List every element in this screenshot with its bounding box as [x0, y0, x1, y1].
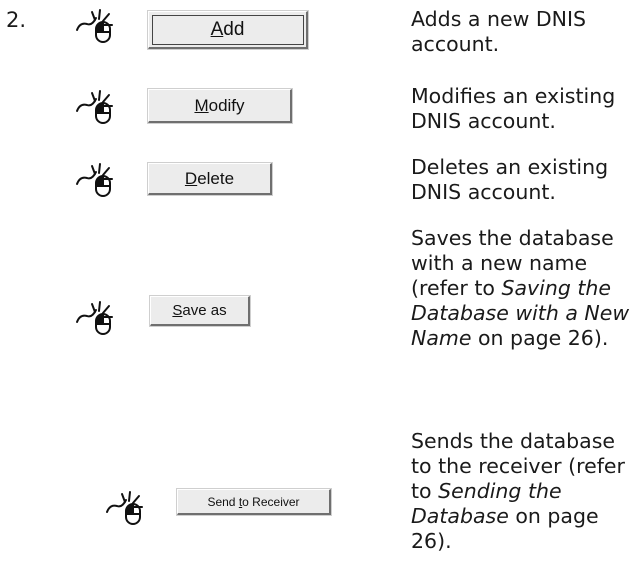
save-as-button[interactable]: Save as: [150, 296, 250, 326]
delete-button[interactable]: Delete: [148, 163, 272, 195]
mouse-click-icon: [76, 301, 113, 335]
add-button[interactable]: Add: [148, 11, 308, 49]
send-to-receiver-button[interactable]: Send to Receiver: [177, 489, 331, 515]
mouse-click-icon: [76, 90, 113, 124]
save-as-description: Saves the database with a new name (refe…: [411, 226, 630, 350]
add-description: Adds a new DNIS account.: [411, 7, 587, 56]
modify-button[interactable]: Modify: [148, 89, 292, 123]
mouse-click-icon: [76, 9, 113, 43]
step-number: 2.: [6, 8, 27, 32]
delete-description: Deletes an existing DNIS account.: [411, 155, 609, 204]
mouse-click-icon: [76, 163, 113, 197]
mouse-click-icon: [106, 491, 143, 525]
modify-description: Modifies an existing DNIS account.: [411, 84, 616, 133]
send-to-receiver-description: Sends the database to the receiver (refe…: [411, 429, 625, 553]
